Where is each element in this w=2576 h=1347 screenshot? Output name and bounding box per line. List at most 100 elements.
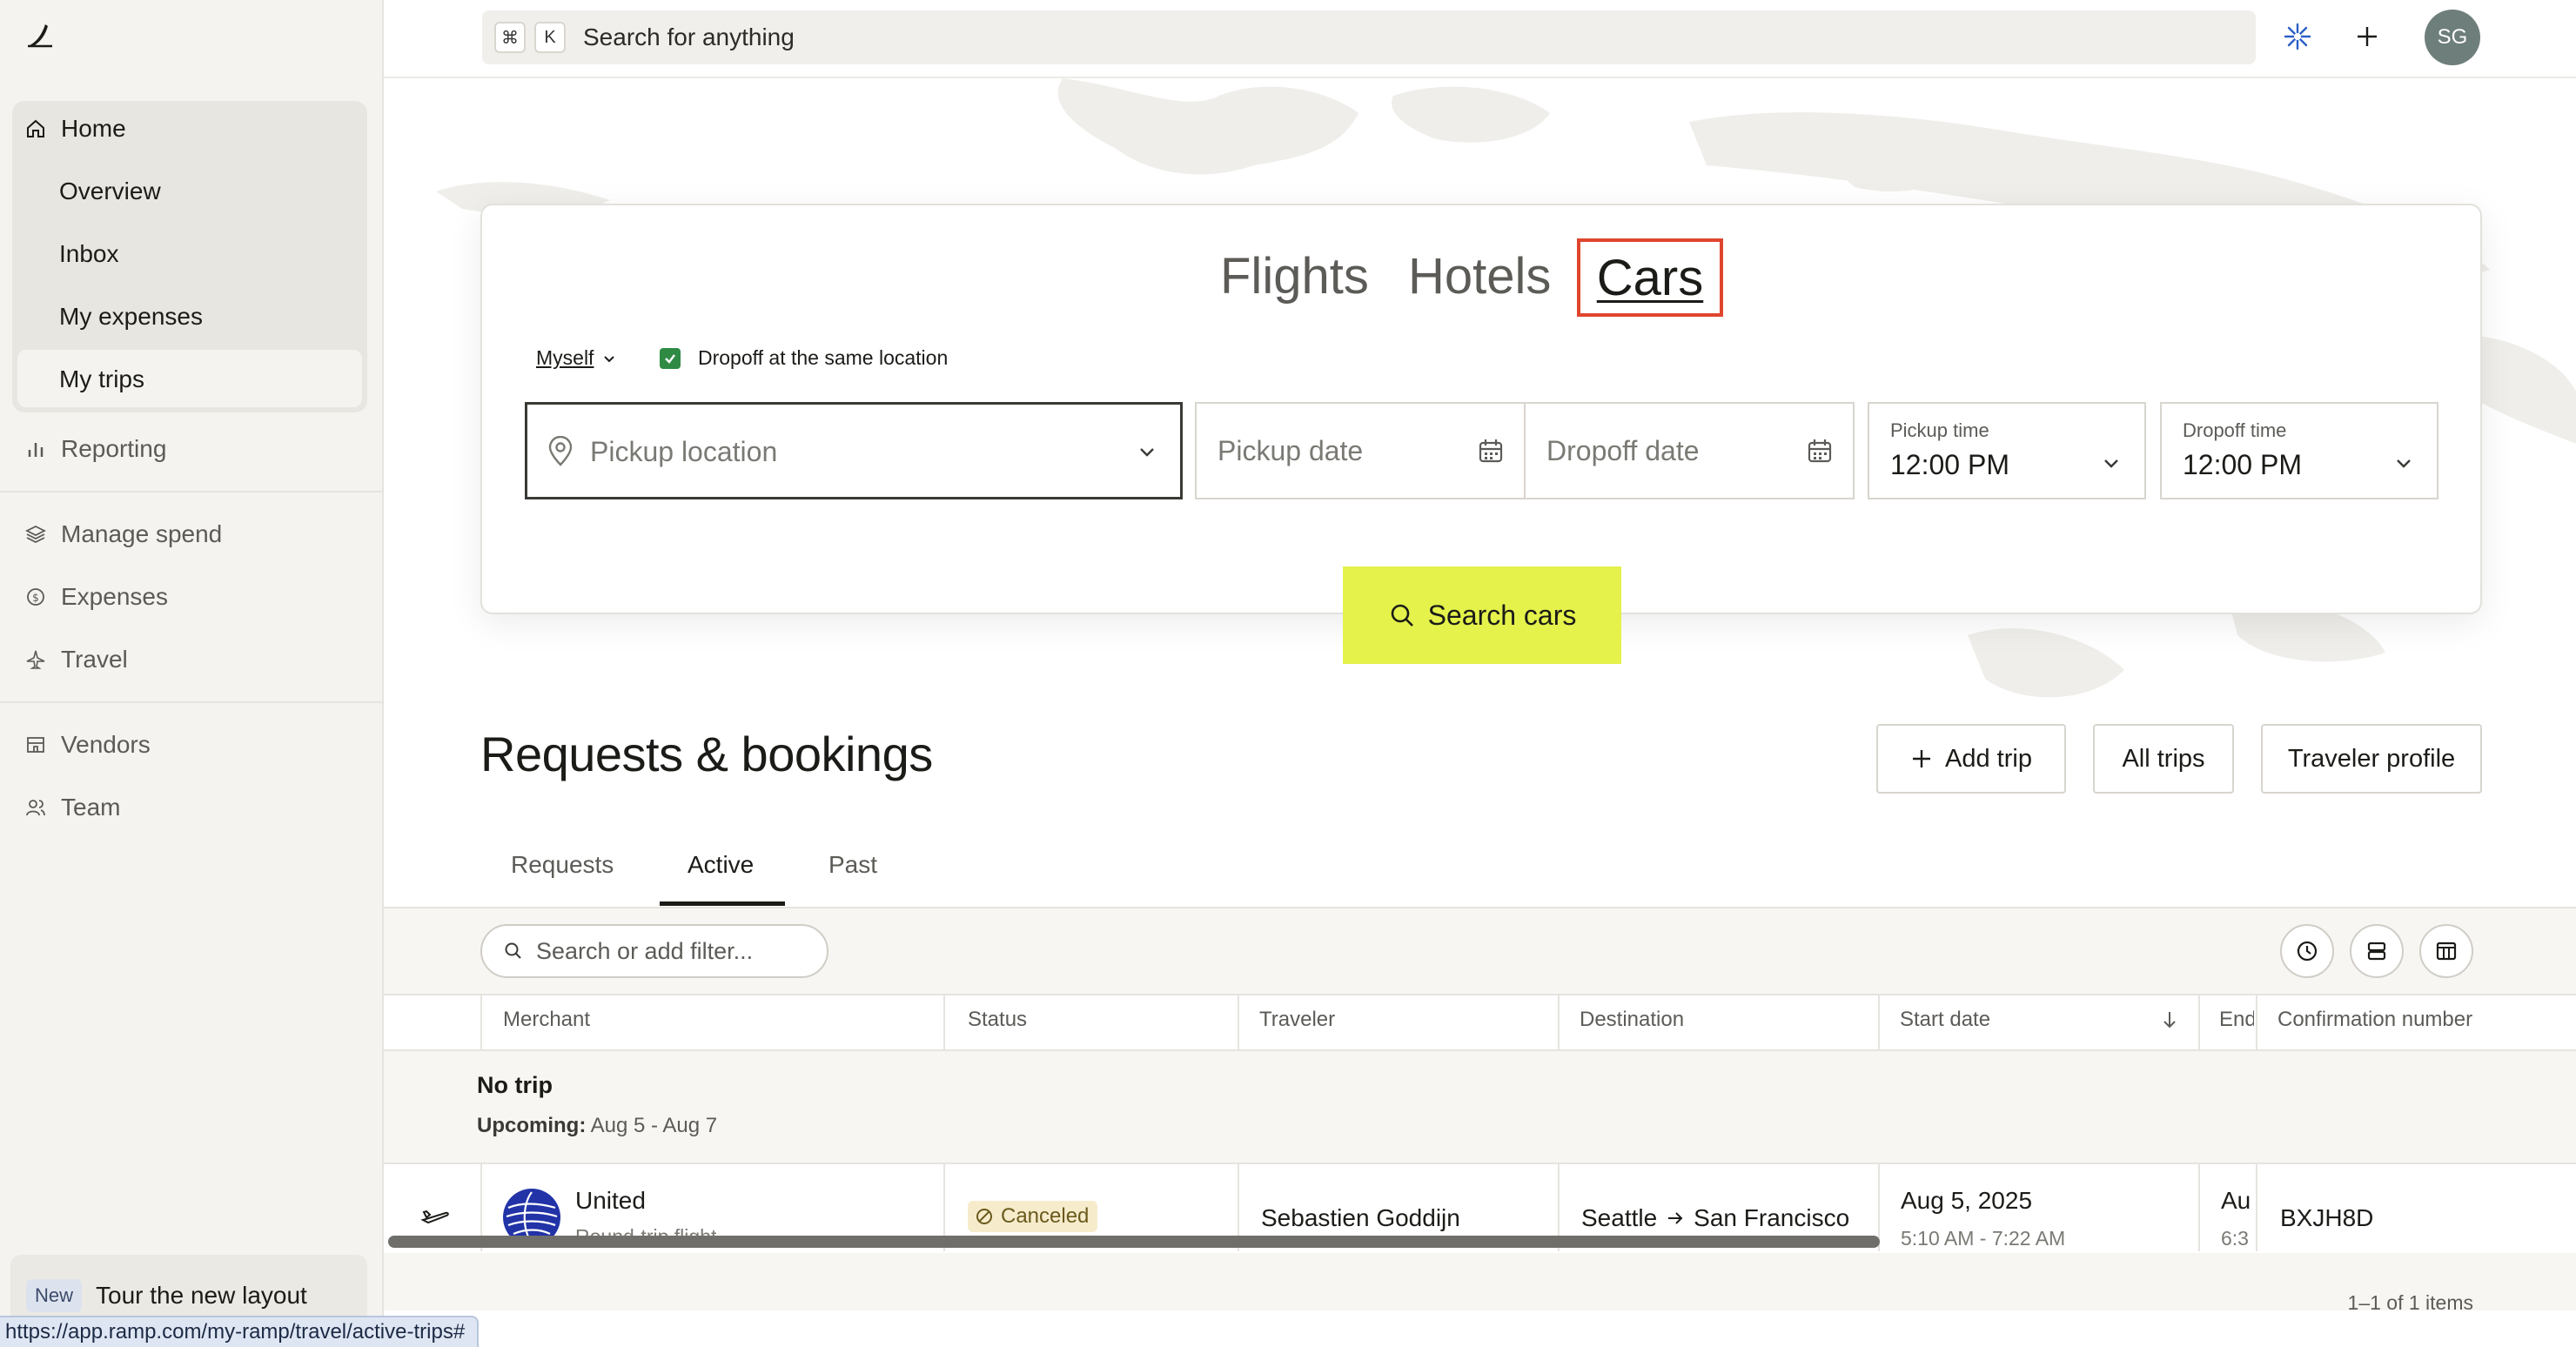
tab-active[interactable]: Active [688,851,754,879]
sidebar-item-label: Manage spend [61,520,223,547]
traveler-select-value: Myself [536,346,594,369]
start-date: Aug 5, 2025 [1901,1187,2033,1214]
calendar-icon [1477,437,1505,465]
horizontal-scrollbar[interactable] [388,1236,1880,1248]
global-search-bar[interactable]: ⌘ K Search for anything [482,10,2256,64]
sidebar-item-label: My expenses [59,303,203,330]
columns-button[interactable] [2419,924,2473,978]
plus-icon [1913,750,1931,767]
tour-label[interactable]: Tour the new layout [96,1279,307,1312]
end-date: Au [2221,1187,2251,1214]
add-trip-label: Add trip [1945,744,2032,773]
sidebar-item-label: Expenses [61,583,168,610]
search-icon [1388,601,1416,629]
layers-icon [24,523,47,546]
end-time: 6:3 [2221,1227,2249,1248]
column-header-confirmation[interactable]: Confirmation number [2277,1008,2472,1032]
airplane-icon [420,1210,449,1224]
pickup-location-field[interactable]: Pickup location [525,402,1183,499]
sidebar-item-label: Vendors [61,731,151,758]
all-trips-button[interactable]: All trips [2093,724,2234,794]
search-placeholder: Search for anything [583,23,795,50]
group-subtitle: Upcoming: Aug 5 - Aug 7 [477,1114,717,1138]
column-divider [2198,994,2200,1051]
sidebar-item-label: Inbox [59,240,119,267]
traveler-profile-button[interactable]: Traveler profile [2261,724,2482,794]
sidebar-item-travel[interactable]: Travel [24,635,128,684]
sidebar-item-manage-spend[interactable]: Manage spend [24,510,222,559]
sidebar-divider [0,701,384,703]
sidebar-item-label: Overview [59,178,161,204]
pickup-date-field[interactable]: Pickup date [1195,402,1526,499]
tab-hotels[interactable]: Hotels [1408,242,1551,312]
avatar[interactable]: SG [2425,10,2480,65]
dropoff-date-placeholder: Dropoff date [1546,435,1700,466]
merchant-name: United [575,1187,646,1214]
k-key: K [534,22,566,53]
plus-icon[interactable] [2350,19,2385,54]
active-tab-indicator [660,901,785,906]
sidebar-item-reporting[interactable]: Reporting [24,425,166,473]
search-cars-label: Search cars [1427,599,1577,631]
sidebar-item-team[interactable]: Team [24,783,120,832]
column-divider [2256,994,2257,1051]
sidebar-item-my-trips[interactable]: My trips [59,355,144,404]
sidebar-item-vendors[interactable]: Vendors [24,720,151,769]
calendar-icon [1806,437,1834,465]
tab-cars-label: Cars [1596,249,1704,306]
dropoff-same-checkbox[interactable] [660,348,681,369]
group-subtitle-value: Aug 5 - Aug 7 [590,1114,718,1137]
column-header-destination[interactable]: Destination [1580,1008,1684,1032]
column-divider [943,994,945,1051]
ramp-logo[interactable] [24,19,56,50]
add-trip-button[interactable]: Add trip [1876,724,2066,794]
dropoff-time-label: Dropoff time [2183,419,2287,441]
dropoff-date-field[interactable]: Dropoff date [1524,402,1855,499]
column-header-traveler[interactable]: Traveler [1259,1008,1335,1032]
plane-icon [24,648,47,671]
tab-requests[interactable]: Requests [511,851,614,879]
column-header-start-date[interactable]: Start date [1900,1008,1990,1032]
history-button[interactable] [2280,924,2334,978]
sidebar-item-inbox[interactable]: Inbox [59,230,119,278]
column-divider [2198,1164,2200,1251]
pickup-time-select[interactable]: Pickup time 12:00 PM [1868,402,2146,499]
store-icon [24,734,47,756]
row-density-button[interactable] [2350,924,2404,978]
dropoff-time-select[interactable]: Dropoff time 12:00 PM [2160,402,2438,499]
status-bar-url: https://app.ramp.com/my-ramp/travel/acti… [0,1316,480,1347]
sidebar-item-home[interactable]: Home [24,104,126,153]
sort-down-icon[interactable] [2160,1009,2179,1030]
column-header-status[interactable]: Status [968,1008,1027,1032]
new-badge: New [26,1279,83,1312]
column-divider [1878,994,1880,1051]
filter-placeholder: Search or add filter... [536,937,754,964]
destination-route: Seattle San Francisco [1581,1204,1849,1232]
sidebar-item-expenses[interactable]: $ Expenses [24,573,168,621]
column-header-end[interactable]: End [2219,1008,2254,1032]
search-cars-button[interactable]: Search cars [1343,566,1621,664]
sidebar-item-my-expenses[interactable]: My expenses [59,292,203,341]
pagination-count: 1–1 of 1 items [2347,1291,2473,1314]
sidebar-divider [0,491,384,493]
sidebar-item-label: My trips [59,365,144,392]
tab-cars[interactable]: Cars [1577,238,1723,317]
sidebar-item-overview[interactable]: Overview [59,167,161,216]
traveler-select[interactable]: Myself [536,346,616,370]
column-divider [480,994,482,1051]
search-icon [503,941,524,962]
chevron-down-icon [604,355,615,362]
dropoff-same-label[interactable]: Dropoff at the same location [698,346,948,370]
column-header-merchant[interactable]: Merchant [503,1008,590,1032]
origin-city: Seattle [1581,1204,1658,1231]
filter-input[interactable]: Search or add filter... [480,924,828,978]
tab-past[interactable]: Past [828,851,877,879]
bar-chart-icon [24,438,47,460]
sidebar-item-label: Reporting [61,435,167,462]
sparkle-icon[interactable] [2280,19,2315,54]
traveler-name: Sebastien Goddijn [1261,1204,1460,1231]
people-icon [24,796,47,819]
dropoff-time-value: 12:00 PM [2183,449,2302,480]
tab-flights[interactable]: Flights [1220,242,1369,312]
column-divider [1558,994,1560,1051]
